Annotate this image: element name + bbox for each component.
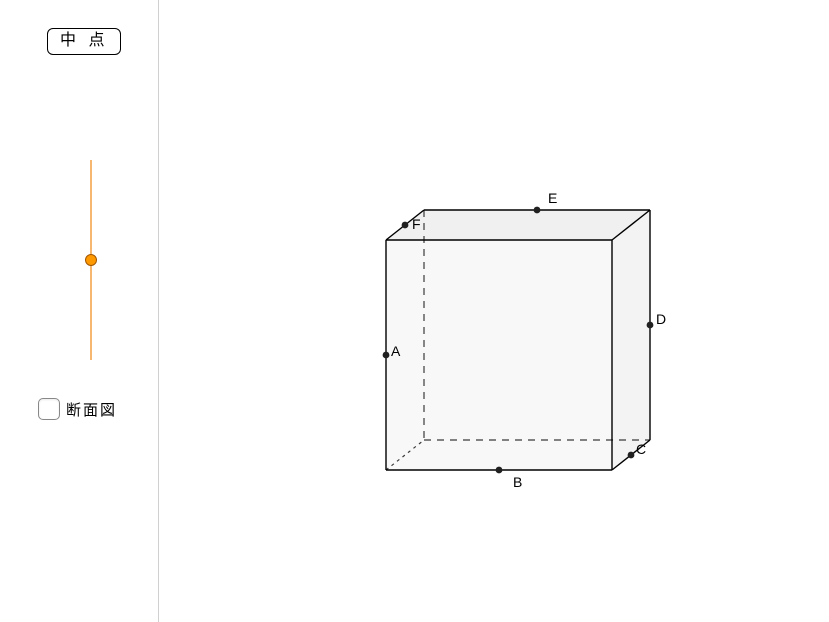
point-C[interactable] — [628, 452, 635, 459]
midpoint-slider[interactable] — [85, 160, 97, 360]
point-label-F: F — [412, 216, 421, 232]
panel-divider — [158, 0, 159, 622]
midpoint-button[interactable]: 中 点 — [47, 28, 121, 55]
point-label-B: B — [513, 474, 522, 490]
section-checkbox-label: 断面図 — [66, 399, 117, 420]
point-label-A: A — [391, 343, 400, 359]
point-label-D: D — [656, 311, 666, 327]
point-F[interactable] — [402, 222, 409, 229]
cube-right-face — [612, 210, 650, 470]
point-B[interactable] — [496, 467, 503, 474]
cube-diagram[interactable] — [330, 170, 760, 590]
point-D[interactable] — [647, 322, 654, 329]
stage: 中 点 断面図 — [0, 0, 829, 622]
slider-thumb[interactable] — [85, 254, 97, 266]
point-label-E: E — [548, 190, 557, 206]
point-E[interactable] — [534, 207, 541, 214]
section-checkbox[interactable] — [38, 398, 60, 420]
point-A[interactable] — [383, 352, 390, 359]
section-checkbox-row: 断面図 — [38, 398, 117, 420]
cube-front-face — [386, 240, 612, 470]
point-label-C: C — [636, 441, 646, 457]
cube-top-face — [386, 210, 650, 240]
